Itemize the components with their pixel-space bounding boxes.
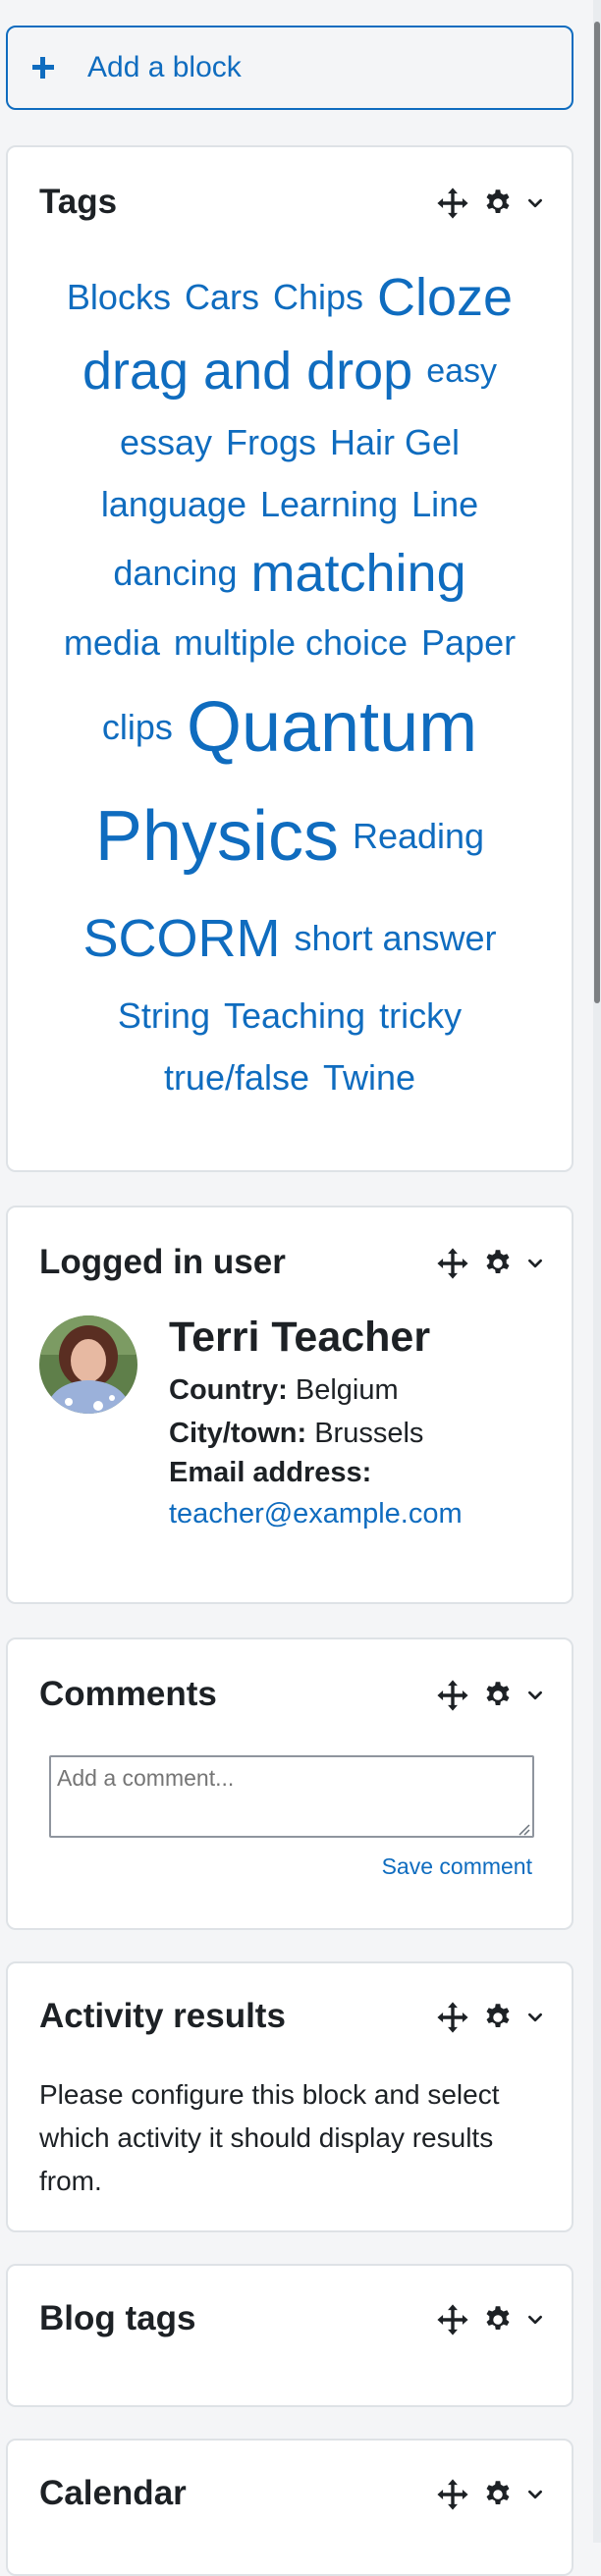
block-title-blog-tags: Blog tags xyxy=(39,2299,196,2337)
country-value: Belgium xyxy=(295,1374,399,1406)
tags-block: Tags Blocks Cars Chips Cloze drag and drop ea… xyxy=(6,145,574,1172)
scrollbar-thumb[interactable] xyxy=(594,22,600,1003)
tag-link[interactable]: Frogs xyxy=(226,425,316,460)
blog-tags-block: Blog tags xyxy=(6,2264,574,2407)
tag-cloud: Blocks Cars Chips Cloze drag and drop easy ess… xyxy=(26,263,554,1109)
tag-link[interactable]: SCORM xyxy=(82,912,280,965)
tag-link[interactable]: Twine xyxy=(323,1060,415,1096)
tag-link[interactable]: tricky xyxy=(379,998,462,1034)
gear-icon[interactable] xyxy=(483,2305,513,2334)
gear-icon[interactable] xyxy=(483,188,513,218)
avatar[interactable] xyxy=(39,1315,137,1414)
comments-block: Comments Save comment xyxy=(6,1637,574,1930)
user-email-link[interactable]: teacher@example.com xyxy=(169,1498,463,1530)
activity-results-block: Activity results Please configure this b… xyxy=(6,1961,574,2232)
tag-line: dancing matching xyxy=(26,534,554,613)
calendar-block: Calendar xyxy=(6,2439,574,2576)
tag-link[interactable]: Cloze xyxy=(377,271,513,324)
city-value: Brussels xyxy=(314,1418,424,1449)
tag-link[interactable]: easy xyxy=(426,354,497,388)
chevron-down-icon[interactable] xyxy=(526,194,544,212)
tag-link[interactable]: multiple choice xyxy=(174,625,408,661)
block-title-tags: Tags xyxy=(39,183,118,221)
block-title-comments: Comments xyxy=(39,1675,217,1713)
email-label: Email address: xyxy=(169,1457,372,1488)
tag-link[interactable]: Line xyxy=(411,487,478,522)
tag-link[interactable]: Cars xyxy=(185,280,259,315)
tag-line: Physics Reading xyxy=(26,781,554,891)
tag-link[interactable]: Physics xyxy=(95,801,339,872)
tag-link[interactable]: Quantum xyxy=(187,692,477,763)
user-country: Country: Belgium xyxy=(169,1374,399,1407)
block-title-activity-results: Activity results xyxy=(39,1997,286,2035)
tag-link[interactable]: Chips xyxy=(273,280,363,315)
chevron-down-icon[interactable] xyxy=(526,1255,544,1272)
add-block-label: Add a block xyxy=(87,51,242,83)
gear-icon[interactable] xyxy=(483,1681,513,1710)
tag-line: clips Quantum xyxy=(26,673,554,781)
move-icon[interactable] xyxy=(436,2001,469,2034)
add-block-button[interactable]: Add a block xyxy=(6,26,574,110)
page-scrollbar[interactable] xyxy=(593,0,601,2543)
tag-link[interactable]: Blocks xyxy=(67,280,171,315)
logged-in-user-block: Logged in user Terri Teacher Country: Be… xyxy=(6,1206,574,1604)
country-label: Country: xyxy=(169,1374,288,1406)
user-full-name[interactable]: Terri Teacher xyxy=(169,1314,430,1362)
move-icon[interactable] xyxy=(436,2303,469,2336)
tag-link[interactable]: drag and drop xyxy=(82,345,412,398)
tag-link[interactable]: true/false xyxy=(164,1060,309,1096)
tag-line: language Learning Line xyxy=(26,475,554,534)
tag-link[interactable]: Learning xyxy=(260,487,398,522)
comment-textarea[interactable] xyxy=(49,1755,534,1838)
chevron-down-icon[interactable] xyxy=(526,2009,544,2026)
tag-link[interactable]: matching xyxy=(250,547,465,600)
save-comment-link[interactable]: Save comment xyxy=(382,1853,532,1880)
activity-results-message: Please configure this block and select w… xyxy=(39,2079,500,2196)
tag-line: SCORM short answer xyxy=(26,891,554,986)
move-icon[interactable] xyxy=(436,2478,469,2511)
tag-link[interactable]: String xyxy=(118,998,210,1034)
tag-link[interactable]: Reading xyxy=(353,819,484,854)
tag-link[interactable]: language xyxy=(101,487,246,522)
plus-icon xyxy=(32,57,54,79)
tag-link[interactable]: clips xyxy=(102,710,173,745)
move-icon[interactable] xyxy=(436,1679,469,1712)
chevron-down-icon[interactable] xyxy=(526,2486,544,2503)
gear-icon[interactable] xyxy=(483,2003,513,2032)
tag-line: essay Frogs Hair Gel xyxy=(26,410,554,475)
tag-line: String Teaching tricky xyxy=(26,986,554,1046)
block-title-logged-in-user: Logged in user xyxy=(39,1243,286,1281)
tag-link[interactable]: media xyxy=(64,625,160,661)
tag-link[interactable]: essay xyxy=(120,425,212,460)
tag-line: drag and drop easy xyxy=(26,332,554,410)
user-city: City/town: Brussels xyxy=(169,1418,423,1450)
tag-line: Blocks Cars Chips Cloze xyxy=(26,263,554,332)
block-title-calendar: Calendar xyxy=(39,2474,187,2512)
tag-link[interactable]: short answer xyxy=(294,921,496,956)
move-icon[interactable] xyxy=(436,1247,469,1280)
tag-line: media multiple choice Paper xyxy=(26,613,554,673)
move-icon[interactable] xyxy=(436,187,469,220)
resize-grip-icon[interactable] xyxy=(517,1822,530,1836)
chevron-down-icon[interactable] xyxy=(526,1687,544,1704)
gear-icon[interactable] xyxy=(483,2480,513,2509)
chevron-down-icon[interactable] xyxy=(526,2311,544,2329)
tag-link[interactable]: Teaching xyxy=(224,998,365,1034)
tag-line: true/false Twine xyxy=(26,1046,554,1109)
tag-link[interactable]: dancing xyxy=(113,556,237,591)
user-email-label: Email address: xyxy=(169,1457,371,1489)
tag-link[interactable]: Paper xyxy=(421,625,516,661)
tag-link[interactable]: Hair Gel xyxy=(330,425,460,460)
gear-icon[interactable] xyxy=(483,1249,513,1278)
city-label: City/town: xyxy=(169,1418,307,1449)
